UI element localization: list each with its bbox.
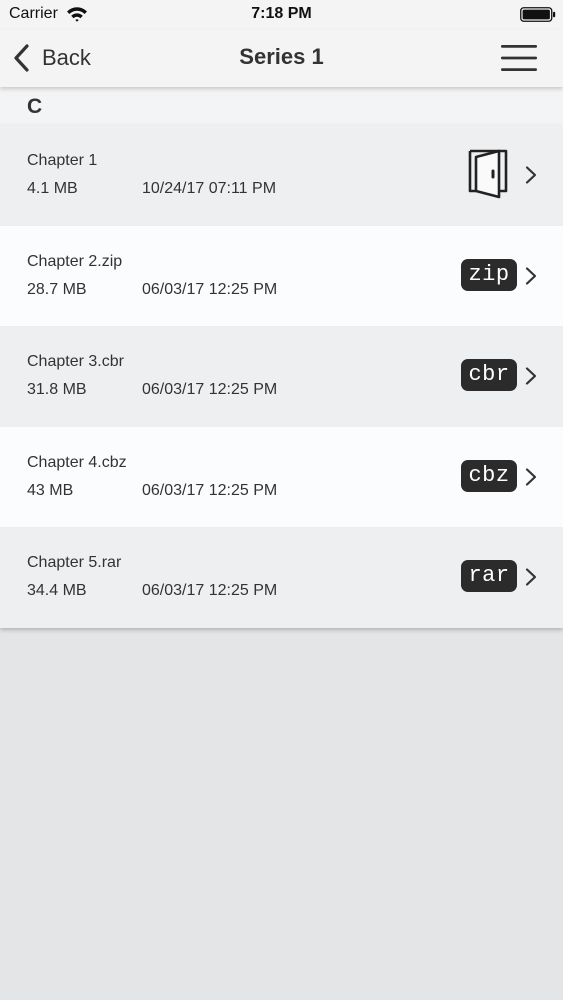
- file-name: Chapter 4.cbz: [27, 453, 127, 471]
- file-size: 4.1 MB: [27, 180, 78, 197]
- file-date: 06/03/17 12:25 PM: [142, 481, 278, 499]
- file-name: Chapter 5.rar: [27, 554, 122, 572]
- file-list: Chapter 1 4.1 MB 10/24/17 07:11 PM Chapt…: [0, 125, 563, 628]
- rar-badge-icon: rar: [461, 560, 517, 593]
- chevron-right-icon: [525, 266, 537, 285]
- file-date: 10/24/17 07:11 PM: [142, 180, 277, 197]
- cbr-badge-icon: cbr: [461, 359, 517, 392]
- file-name: Chapter 1: [27, 152, 98, 169]
- list-item-chapter-5[interactable]: Chapter 5.rar 34.4 MB 06/03/17 12:25 PM …: [0, 527, 563, 628]
- zip-badge-icon: zip: [461, 258, 517, 291]
- cbz-badge-icon: cbz: [461, 459, 517, 492]
- file-size: 28.7 MB: [27, 280, 87, 298]
- file-name: Chapter 3.cbr: [27, 353, 124, 371]
- back-button[interactable]: Back: [12, 41, 91, 75]
- navigation-bar: Back Series 1: [0, 30, 563, 87]
- file-date: 06/03/17 12:25 PM: [142, 381, 278, 399]
- status-time: 7:18 PM: [251, 5, 312, 22]
- chevron-right-icon: [525, 568, 537, 586]
- chevron-left-icon: [14, 44, 29, 72]
- list-item-chapter-2[interactable]: Chapter 2.zip 28.7 MB 06/03/17 12:25 PM …: [0, 225, 563, 327]
- list-item-chapter-4[interactable]: Chapter 4.cbz 43 MB 06/03/17 12:25 PM cb…: [0, 426, 563, 528]
- list-item-chapter-1[interactable]: Chapter 1 4.1 MB 10/24/17 07:11 PM: [0, 125, 563, 226]
- list-item-chapter-3[interactable]: Chapter 3.cbr 31.8 MB 06/03/17 12:25 PM …: [0, 326, 563, 427]
- file-date: 06/03/17 12:25 PM: [142, 582, 278, 600]
- open-door-folder-icon: [468, 149, 508, 199]
- file-name: Chapter 2.zip: [27, 252, 123, 270]
- battery-icon: [520, 7, 556, 22]
- back-label: Back: [42, 45, 91, 70]
- chevron-right-icon: [525, 367, 537, 385]
- chevron-right-icon: [525, 166, 537, 184]
- file-date: 06/03/17 12:25 PM: [142, 280, 278, 298]
- section-header: C: [0, 87, 563, 125]
- file-size: 43 MB: [27, 481, 74, 499]
- chevron-right-icon: [525, 468, 537, 486]
- status-bar: Carrier 7:18 PM: [0, 0, 563, 30]
- section-letter: C: [27, 95, 43, 118]
- file-size: 34.4 MB: [27, 582, 87, 600]
- file-size: 31.8 MB: [27, 381, 87, 399]
- hamburger-menu-icon[interactable]: [500, 43, 538, 73]
